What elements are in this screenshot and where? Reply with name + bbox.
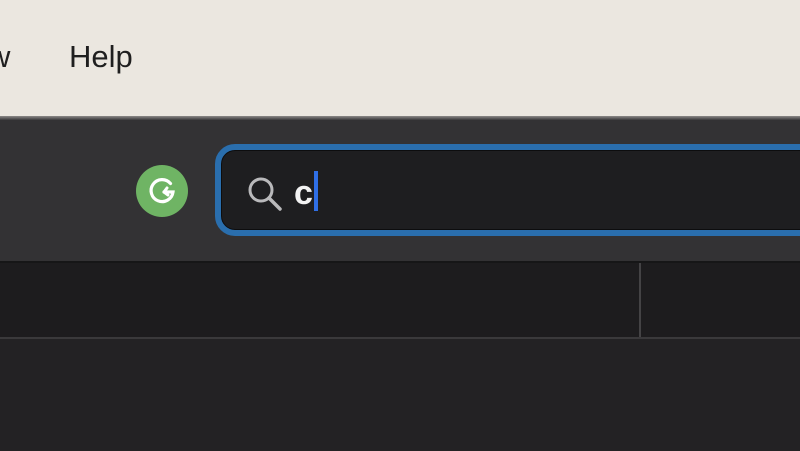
- search-input-value: c: [294, 174, 313, 212]
- grammarly-icon[interactable]: [136, 165, 188, 217]
- menu-item-window[interactable]: w: [0, 38, 10, 76]
- page-content: [0, 339, 800, 451]
- menu-bar: w Help: [0, 0, 800, 116]
- menu-item-help[interactable]: Help: [69, 38, 133, 76]
- tab-divider: [639, 263, 641, 337]
- search-icon: [245, 174, 285, 219]
- text-caret: [314, 171, 318, 211]
- tab-strip: [0, 263, 800, 337]
- search-input[interactable]: c: [215, 144, 800, 236]
